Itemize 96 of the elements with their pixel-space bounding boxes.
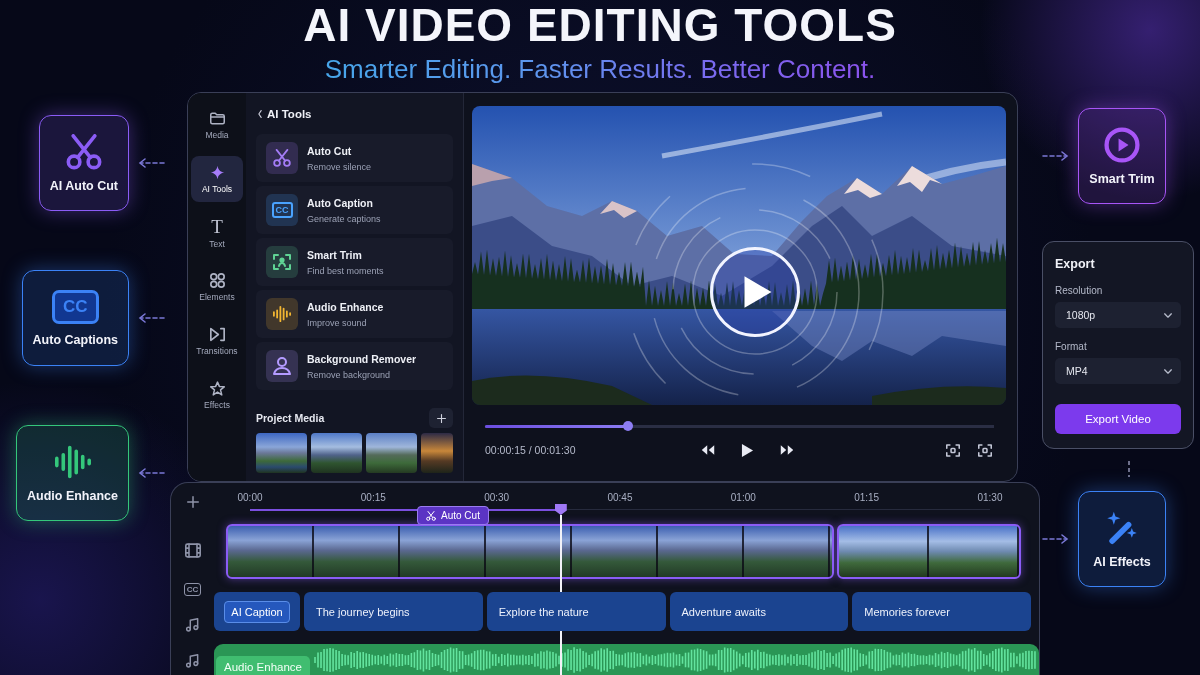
nav-item[interactable]: Elements [191, 264, 243, 310]
tool-subtitle: Improve sound [307, 317, 368, 328]
plus-icon [186, 496, 199, 508]
photo-placeholder[interactable] [421, 433, 453, 473]
field-label: Format [1055, 341, 1088, 352]
cc-symbol: CC [271, 202, 293, 218]
panel-title: AI Tools [267, 108, 312, 120]
tool-item[interactable]: Auto Cut Remove silence [256, 134, 453, 182]
folder-icon [209, 110, 225, 126]
time-tick: 01:30 [976, 492, 1004, 504]
frame-corners-icon [946, 443, 960, 457]
fast-forward-icon [780, 444, 794, 456]
time-tick: 00:00 [236, 492, 264, 504]
time-tick: 00:30 [483, 492, 511, 504]
frame-corners-icon [978, 443, 992, 457]
nav-item[interactable]: T Text [191, 210, 243, 256]
four-circles-icon [209, 272, 225, 288]
tool-title: Background Remover [307, 352, 417, 365]
triangle-bracket-icon [209, 326, 225, 342]
dashed-arrow [1042, 533, 1070, 545]
time-tick: 01:15 [853, 492, 881, 504]
music-note-icon [186, 654, 199, 668]
section-title: Project Media [256, 412, 325, 424]
time-tick: 00:45 [606, 492, 634, 504]
field-label: Resolution [1055, 285, 1104, 296]
film-strip-icon [184, 543, 201, 558]
nav-item[interactable]: Effects [191, 372, 243, 418]
track-label: AI Caption [224, 600, 290, 623]
tool-item[interactable]: Smart Trim Find best moments [256, 238, 453, 286]
playhead-handle[interactable] [554, 504, 567, 515]
photo-placeholder[interactable] [311, 433, 362, 473]
tool-subtitle: Remove background [307, 369, 392, 380]
feature-label: AI Auto Cut [49, 178, 118, 193]
caption-clip[interactable]: Memories forever [852, 592, 1031, 631]
feature-label: AI Effects [1093, 554, 1151, 569]
dropdown[interactable]: MP4 [1055, 358, 1181, 384]
scissors-icon [426, 510, 436, 521]
chevron-down-icon [1164, 368, 1172, 374]
progress-thumb[interactable] [622, 421, 633, 431]
dashed-arrow [137, 157, 165, 169]
star-icon [209, 380, 225, 396]
tool-item[interactable]: Audio Enhance Improve sound [256, 290, 453, 338]
cc-symbol: CC [52, 289, 99, 324]
tool-item[interactable]: CC Auto Caption Generate captions [256, 186, 453, 234]
video-clip[interactable] [226, 524, 834, 579]
frame-button[interactable] [946, 443, 960, 457]
play-icon [742, 274, 774, 310]
photo-placeholder[interactable] [256, 433, 307, 473]
rewind-icon [701, 444, 715, 456]
chevron-down-icon [1164, 312, 1172, 318]
frame-button[interactable] [978, 443, 992, 457]
dashed-arrow [1042, 150, 1070, 162]
tool-subtitle: Generate captions [307, 213, 381, 224]
dashed-arrow [137, 467, 165, 479]
tool-title: Auto Caption [307, 196, 374, 209]
tool-subtitle: Find best moments [307, 265, 384, 276]
tag-label: Auto Cut [441, 510, 480, 521]
caption-clip[interactable]: Explore the nature [486, 592, 666, 631]
play-button[interactable] [741, 442, 754, 458]
tool-title: Smart Trim [307, 248, 363, 261]
cc-symbol: CC [183, 583, 202, 596]
sparkle-icon [209, 164, 225, 180]
feature-label: Smart Trim [1089, 171, 1155, 186]
nav-item[interactable]: Transitions [191, 318, 243, 364]
tool-title: Auto Cut [307, 144, 353, 157]
dropdown[interactable]: 1080p [1055, 302, 1181, 328]
dashed-arrow [137, 312, 165, 324]
time-readout: 00:00:15 / 00:01:30 [485, 444, 577, 456]
photo-placeholder[interactable] [366, 433, 417, 473]
time-tick: 01:00 [729, 492, 757, 504]
track-label: Audio Enhance [216, 656, 310, 675]
nav-item[interactable]: Media [191, 102, 243, 148]
tool-item[interactable]: Background Remover Remove background [256, 342, 453, 390]
fast-forward-button[interactable] [780, 444, 794, 456]
feature-label: Auto Captions [32, 332, 118, 347]
nav-item[interactable]: AI Tools [191, 156, 243, 202]
chevron-icon [258, 110, 262, 118]
caption-clip[interactable]: Adventure awaits [669, 592, 849, 631]
dotted-connector [1128, 461, 1130, 477]
add-track-button[interactable] [186, 496, 199, 508]
time-tick: 00:15 [359, 492, 387, 504]
tool-subtitle: Remove silence [307, 161, 372, 172]
export-button[interactable]: Export Video [1055, 404, 1181, 434]
tool-title: Audio Enhance [307, 300, 384, 313]
feature-label: Audio Enhance [27, 488, 118, 503]
rewind-button[interactable] [701, 444, 715, 456]
add-button[interactable] [429, 408, 453, 428]
panel-title: Export [1055, 257, 1096, 271]
play-button[interactable] [710, 247, 800, 337]
plus-icon [436, 413, 446, 423]
caption-clip[interactable]: The journey begins [304, 592, 483, 631]
page-title: AI VIDEO EDITING TOOLS [303, 0, 897, 50]
music-note-icon [186, 618, 199, 632]
play-icon [741, 442, 754, 458]
text-glyph: T [211, 217, 223, 235]
video-clip[interactable] [836, 524, 1021, 579]
